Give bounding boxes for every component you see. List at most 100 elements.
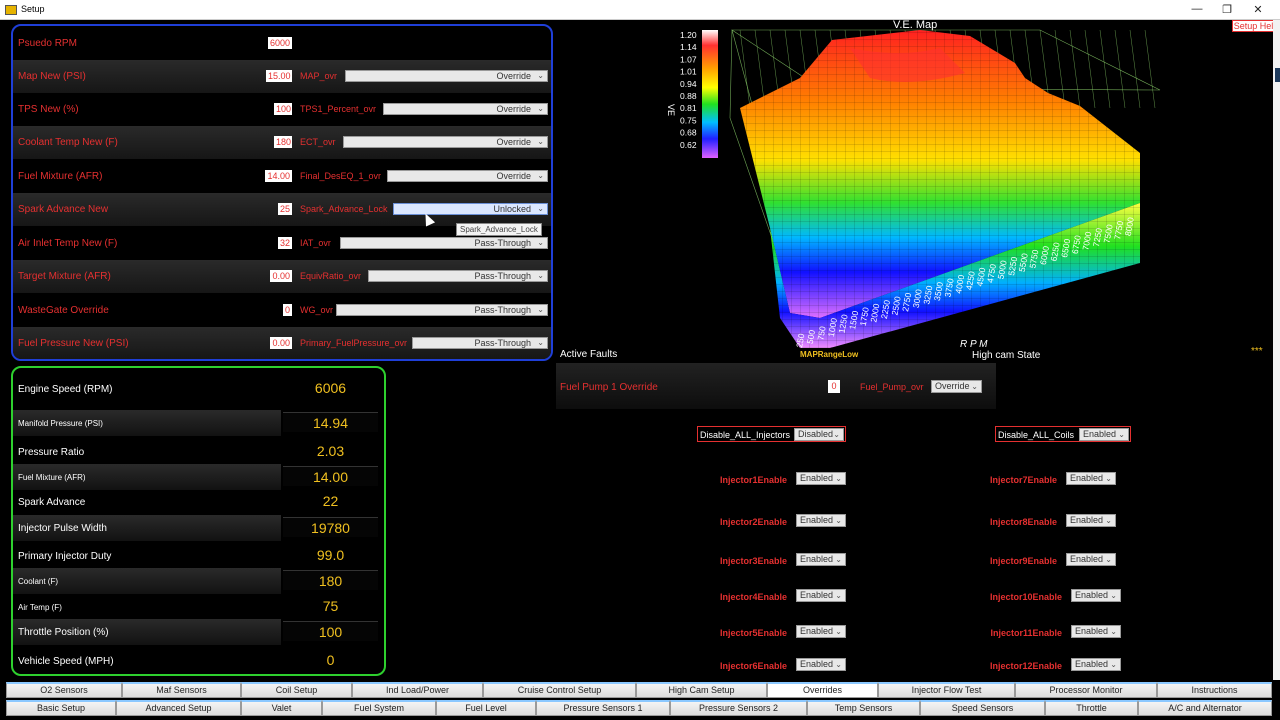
override-mode-select[interactable]: Pass-Through ⌄ <box>336 304 548 316</box>
override-mode-select[interactable]: Override ⌄ <box>345 70 548 82</box>
gauge-value: 6006 <box>314 380 347 396</box>
injector-enable-select[interactable]: Enabled ⌄ <box>1071 589 1121 602</box>
chevron-down-icon: ⌄ <box>537 137 544 146</box>
tab-throttle[interactable]: Throttle <box>1045 700 1138 716</box>
chevron-down-icon: ⌄ <box>835 516 842 525</box>
app-icon <box>5 5 17 15</box>
disable-all-coils-select[interactable]: Enabled ⌄ <box>1079 428 1129 441</box>
tab-advanced-setup[interactable]: Advanced Setup <box>116 700 241 716</box>
override-value-input[interactable]: 14.00 <box>265 170 292 182</box>
override-mode-select[interactable]: Pass-Through ⌄ <box>368 270 548 282</box>
chevron-down-icon: ⌄ <box>835 591 842 600</box>
injector-enable-select[interactable]: Enabled ⌄ <box>1066 553 1116 566</box>
fuel-pump-mode-select[interactable]: Override ⌄ <box>931 380 982 393</box>
x-axis-label: R P M <box>960 339 988 350</box>
injector-enable-label: Injector3Enable <box>719 556 787 566</box>
chevron-down-icon: ⌄ <box>1105 516 1112 525</box>
colorbar-tick-label: 1.01 <box>680 67 697 77</box>
chevron-down-icon: ⌄ <box>835 627 842 636</box>
chevron-down-icon: ⌄ <box>1105 555 1112 564</box>
gauge-row: Pressure Ratio 2.03 <box>13 439 384 465</box>
injector-enable-select[interactable]: Enabled ⌄ <box>796 514 846 527</box>
override-value-input[interactable]: 15.00 <box>266 70 292 82</box>
select-value: Enabled <box>1083 429 1117 439</box>
disable-all-injectors-select[interactable]: Disabled ⌄ <box>794 428 844 441</box>
fuel-pump-override-row: Fuel Pump 1 Override 0 Fuel_Pump_ovr Ove… <box>556 363 996 409</box>
injector-enable-select[interactable]: Enabled ⌄ <box>1071 625 1121 638</box>
tab-basic-setup[interactable]: Basic Setup <box>6 700 116 716</box>
gauge-value: 14.94 <box>283 412 378 432</box>
tab-processor-monitor[interactable]: Processor Monitor <box>1015 682 1157 698</box>
tab-temp-sensors[interactable]: Temp Sensors <box>807 700 920 716</box>
gauge-label: Manifold Pressure (PSI) <box>18 419 103 428</box>
override-value-input[interactable]: 180 <box>274 136 292 148</box>
override-value-input[interactable]: 25 <box>278 203 292 215</box>
gauge-value: 19780 <box>283 517 378 537</box>
override-mode-select[interactable]: Override ⌄ <box>387 170 548 182</box>
injector-enable-select[interactable]: Enabled ⌄ <box>796 658 846 671</box>
chevron-down-icon: ⌄ <box>537 171 544 180</box>
injector-enable-select[interactable]: Enabled ⌄ <box>1066 472 1116 485</box>
injector-enable-select[interactable]: Enabled ⌄ <box>796 472 846 485</box>
override-value-input[interactable]: 32 <box>278 237 292 249</box>
override-mode-select[interactable]: Pass-Through ⌄ <box>340 237 548 249</box>
override-value-input[interactable]: 0 <box>283 304 292 316</box>
chevron-down-icon: ⌄ <box>835 474 842 483</box>
tab-cruise-control-setup[interactable]: Cruise Control Setup <box>483 682 636 698</box>
chevron-down-icon: ⌄ <box>1110 591 1117 600</box>
right-edge-strip <box>1273 20 1280 680</box>
injector-enable-label: Injector4Enable <box>719 592 787 602</box>
maximize-button[interactable]: ❐ <box>1217 3 1237 16</box>
tab-ind-load-power[interactable]: Ind Load/Power <box>352 682 483 698</box>
window-title: Setup <box>21 4 45 14</box>
tab-ac-and-alternator[interactable]: A/C and Alternator <box>1138 700 1272 716</box>
override-row: Fuel Mixture (AFR) 14.00 Final_DesEQ_1_o… <box>13 160 551 193</box>
injector-enable-select[interactable]: Enabled ⌄ <box>1066 514 1116 527</box>
override-label: WasteGate Override <box>18 305 109 316</box>
injector-enable-select[interactable]: Enabled ⌄ <box>1071 658 1121 671</box>
override-value-input[interactable]: 0.00 <box>270 337 292 349</box>
select-value: Enabled <box>1075 626 1109 636</box>
chevron-down-icon: ⌄ <box>537 204 544 213</box>
tab-instructions[interactable]: Instructions <box>1157 682 1272 698</box>
chevron-down-icon: ⌄ <box>537 271 544 280</box>
tab-valet[interactable]: Valet <box>241 700 322 716</box>
tab-fuel-level[interactable]: Fuel Level <box>436 700 536 716</box>
override-mode-select[interactable]: Override ⌄ <box>383 103 548 115</box>
fuel-pump-override-name: Fuel_Pump_ovr <box>860 382 924 392</box>
tab-coil-setup[interactable]: Coil Setup <box>241 682 352 698</box>
injector-enable-label: Injector12Enable <box>989 661 1062 671</box>
override-mode-select[interactable]: Unlocked ⌄ <box>393 203 548 215</box>
override-value-input[interactable]: 100 <box>274 103 292 115</box>
override-value-input[interactable]: 6000 <box>268 37 292 49</box>
tab-high-cam-setup[interactable]: High Cam Setup <box>636 682 767 698</box>
gauge-row: Fuel Mixture (AFR) 14.00 <box>13 464 384 490</box>
override-mode-select[interactable]: Override ⌄ <box>343 136 548 148</box>
select-value: Enabled <box>1070 515 1104 525</box>
colorbar-tick-label: 1.20 <box>680 30 697 40</box>
tab-overrides[interactable]: Overrides <box>767 682 878 698</box>
tab-maf-sensors[interactable]: Maf Sensors <box>122 682 241 698</box>
minimize-button[interactable]: — <box>1187 3 1207 15</box>
tooltip: Spark_Advance_Lock <box>456 223 542 236</box>
tab-injector-flow-test[interactable]: Injector Flow Test <box>878 682 1015 698</box>
tab-pressure-sensors-2[interactable]: Pressure Sensors 2 <box>670 700 807 716</box>
tab-fuel-system[interactable]: Fuel System <box>322 700 436 716</box>
injector-enable-select[interactable]: Enabled ⌄ <box>796 553 846 566</box>
override-name: Primary_FuelPressure_ovr <box>300 338 408 348</box>
chevron-down-icon: ⌄ <box>537 104 544 113</box>
tab-o2-sensors[interactable]: O2 Sensors <box>6 682 122 698</box>
injector-enable-select[interactable]: Enabled ⌄ <box>796 625 846 638</box>
override-mode-select[interactable]: Pass-Through ⌄ <box>412 337 548 349</box>
chevron-down-icon: ⌄ <box>1110 627 1117 636</box>
injector-enable-select[interactable]: Enabled ⌄ <box>796 589 846 602</box>
tab-speed-sensors[interactable]: Speed Sensors <box>920 700 1045 716</box>
select-value: Enabled <box>1075 659 1109 669</box>
gauge-label: Pressure Ratio <box>18 447 85 458</box>
close-button[interactable]: ✕ <box>1248 3 1268 16</box>
injector-enable-label: Injector2Enable <box>719 517 787 527</box>
tab-pressure-sensors-1[interactable]: Pressure Sensors 1 <box>536 700 670 716</box>
override-value-input[interactable]: 0.00 <box>270 270 292 282</box>
fuel-pump-value-input[interactable]: 0 <box>828 380 840 393</box>
override-name: Spark_Advance_Lock <box>300 204 388 214</box>
